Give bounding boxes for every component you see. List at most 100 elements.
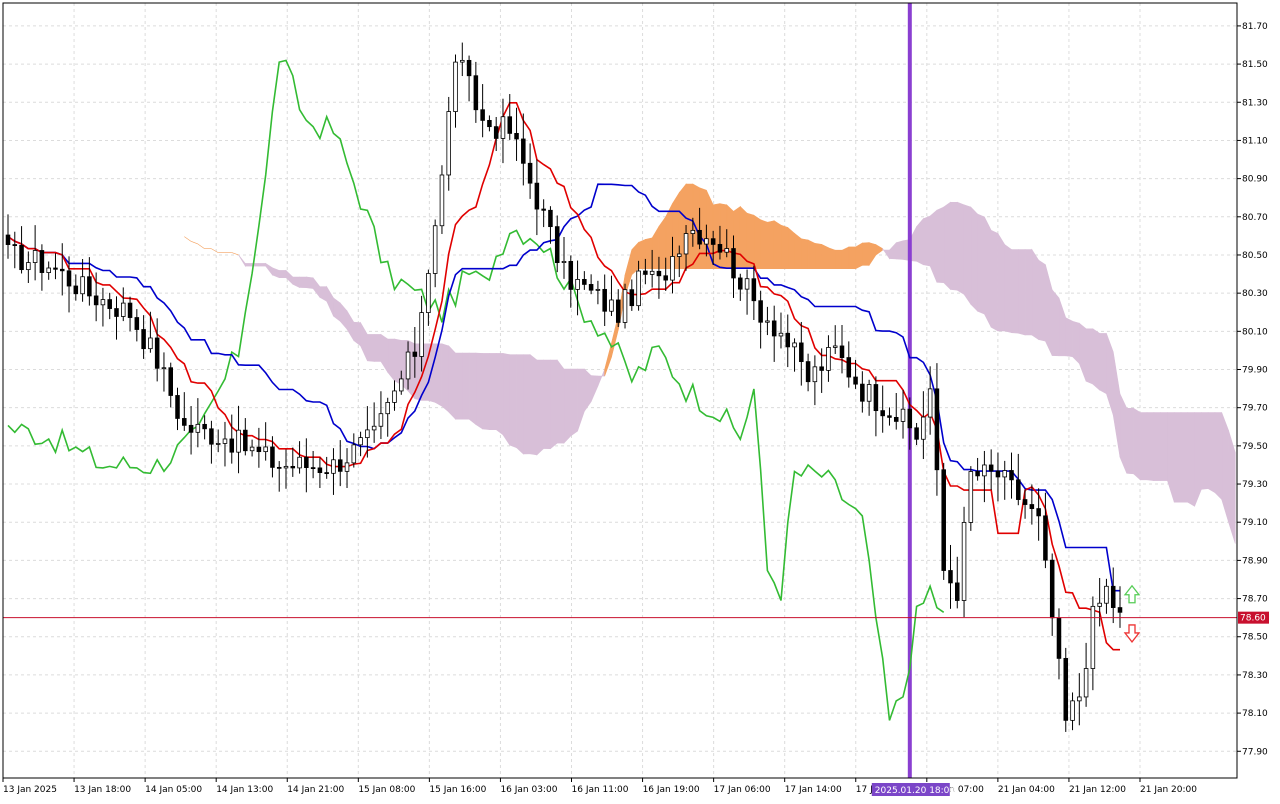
candle-138[interactable] xyxy=(941,462,946,580)
kumo-segment-91 xyxy=(801,238,809,270)
kumo-segment-54 xyxy=(550,359,558,450)
y-tick-label-19: 77.90 xyxy=(1242,747,1268,757)
x-tick-label-2: 14 Jan 05:00 xyxy=(145,785,202,795)
candle-body-98 xyxy=(670,256,675,281)
kumo-segment-49 xyxy=(516,354,524,455)
kumo-segment-57 xyxy=(570,368,578,437)
candle-64[interactable] xyxy=(439,165,445,234)
candle-body-16 xyxy=(114,308,119,317)
y-tick-label-0: 81.70 xyxy=(1242,22,1268,32)
kumo-segment-139 xyxy=(1126,408,1134,475)
y-tick-label-12: 79.30 xyxy=(1242,480,1268,490)
y-tick-label-4: 80.90 xyxy=(1242,175,1268,185)
candle-body-25 xyxy=(175,395,180,419)
candle-body-88 xyxy=(602,288,607,312)
candle-body-147 xyxy=(1002,470,1007,478)
kumo-segment-119 xyxy=(990,229,999,332)
candle-body-139 xyxy=(948,570,953,584)
candle-body-107 xyxy=(731,248,736,279)
candle-body-7 xyxy=(53,267,58,270)
kumo-segment-94 xyxy=(821,243,829,270)
candle-body-131 xyxy=(893,416,899,422)
candle-body-145 xyxy=(988,464,994,472)
candle-body-161 xyxy=(1097,602,1102,607)
y-tick-label-1: 81.50 xyxy=(1242,60,1268,70)
candle-body-152 xyxy=(1036,508,1041,517)
kumo-segment-27 xyxy=(367,334,375,362)
candle-body-102 xyxy=(697,229,702,245)
y-tick-label-5: 80.70 xyxy=(1242,213,1268,223)
kumo-segment-47 xyxy=(502,353,511,447)
candle-body-42 xyxy=(290,465,296,469)
candle-body-47 xyxy=(324,472,329,474)
kumo-segment-40 xyxy=(455,352,463,420)
kumo-segment-55 xyxy=(556,359,565,444)
candle-body-61 xyxy=(419,312,424,357)
candle-body-32 xyxy=(222,438,228,444)
candle-141[interactable] xyxy=(961,506,967,618)
candle-body-81 xyxy=(554,226,560,264)
candle-142[interactable] xyxy=(968,466,974,531)
kumo-segment-128 xyxy=(1051,289,1060,357)
x-tick-label-4: 14 Jan 21:00 xyxy=(287,785,344,795)
candle-body-77 xyxy=(527,162,533,184)
x-tick-label-14: 21 Jan 04:00 xyxy=(998,785,1055,795)
candle-body-45 xyxy=(310,467,316,469)
candle-body-163 xyxy=(1110,585,1116,608)
candle-body-137 xyxy=(934,388,940,471)
candle-body-26 xyxy=(182,418,187,426)
kumo-segment-113 xyxy=(950,201,958,291)
candle-body-4 xyxy=(32,250,38,263)
candle-body-76 xyxy=(521,138,526,164)
candle-91[interactable] xyxy=(622,283,628,329)
candle-body-109 xyxy=(744,278,750,290)
candle-body-46 xyxy=(317,467,323,473)
kumo-segment-53 xyxy=(543,359,551,449)
kumo-segment-125 xyxy=(1031,248,1039,341)
kumo-segment-152 xyxy=(1214,412,1223,501)
candle-body-64 xyxy=(439,174,445,227)
candle-body-13 xyxy=(93,295,99,306)
candle-body-58 xyxy=(399,378,404,392)
kumo-segment-123 xyxy=(1017,249,1026,336)
candle-body-63 xyxy=(432,225,438,274)
candle-body-44 xyxy=(304,456,309,468)
kumo-segment-87 xyxy=(773,220,782,270)
candle-body-59 xyxy=(405,351,411,380)
kumo-segment-134 xyxy=(1092,328,1100,391)
candle-body-37 xyxy=(256,446,262,453)
candle-body-19 xyxy=(134,317,140,330)
kumo-segment-99 xyxy=(855,242,863,270)
y-tick-label-17: 78.30 xyxy=(1242,671,1268,681)
x-tick-label-8: 16 Jan 11:00 xyxy=(572,785,629,795)
kumo-segment-45 xyxy=(489,353,497,430)
candle-body-103 xyxy=(704,238,709,245)
kumo-segment-84 xyxy=(753,214,761,270)
candle-body-43 xyxy=(297,456,302,469)
candle-body-92 xyxy=(629,289,635,307)
candle-body-114 xyxy=(778,332,784,337)
candle-body-153 xyxy=(1043,515,1048,561)
candle-body-17 xyxy=(121,302,126,317)
candle-156[interactable] xyxy=(1063,647,1069,732)
kumo-segment-98 xyxy=(848,246,856,270)
candle-body-146 xyxy=(995,470,1001,478)
candle-body-126 xyxy=(860,383,865,402)
candle-body-3 xyxy=(26,262,31,271)
kumo-segment-131 xyxy=(1072,320,1080,365)
ichimoku-chart[interactable]: 81.70 81.50 81.30 81.10 80.90 80.70 80.50 80.30… xyxy=(0,0,1280,800)
candle-body-5 xyxy=(39,250,45,273)
kumo-segment-28 xyxy=(373,334,382,362)
y-tick-label-14: 78.90 xyxy=(1242,556,1268,566)
kumo-segment-146 xyxy=(1173,412,1182,503)
candle-body-150 xyxy=(1022,499,1028,505)
kumo-segment-17 xyxy=(299,276,307,289)
kumo-segment-117 xyxy=(977,213,985,315)
candle-body-108 xyxy=(738,277,743,290)
candle-body-62 xyxy=(426,273,431,314)
kumo-segment-95 xyxy=(828,247,836,270)
chart-canvas[interactable]: 81.70 81.50 81.30 81.10 80.90 80.70 80.50 80.30… xyxy=(0,0,1280,800)
candle-body-122 xyxy=(832,345,838,348)
candle-body-127 xyxy=(866,384,872,402)
candle-body-100 xyxy=(683,233,689,255)
